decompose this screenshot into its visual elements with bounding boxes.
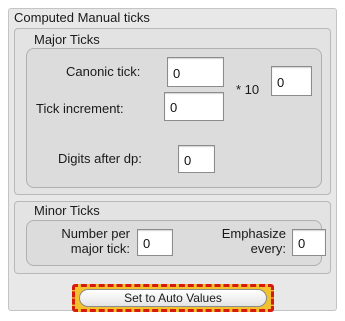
set-to-auto-values-label: Set to Auto Values [124, 291, 222, 305]
times-ten-label: * 10 [236, 82, 260, 97]
panel-title: Computed Manual ticks [14, 10, 150, 25]
canonic-tick-input[interactable] [167, 57, 224, 87]
emphasize-every-input[interactable] [292, 229, 326, 256]
digits-after-dp-input[interactable] [178, 145, 215, 173]
exponent-input[interactable] [271, 66, 312, 96]
set-to-auto-values-button[interactable]: Set to Auto Values [79, 289, 267, 307]
number-per-major-tick-input[interactable] [137, 229, 173, 256]
minor-ticks-title: Minor Ticks [34, 203, 100, 218]
number-per-label-line1: Number per [61, 226, 130, 241]
major-ticks-title: Major Ticks [34, 32, 100, 47]
digits-after-dp-label: Digits after dp: [58, 151, 142, 166]
canonic-tick-label: Canonic tick: [66, 64, 141, 79]
tick-increment-input[interactable] [164, 92, 224, 121]
tick-increment-label: Tick increment: [36, 101, 124, 116]
emphasize-label-line1: Emphasize [221, 226, 286, 241]
number-per-label-line2: major tick: [70, 241, 130, 256]
emphasize-label-line2: every: [250, 241, 286, 256]
